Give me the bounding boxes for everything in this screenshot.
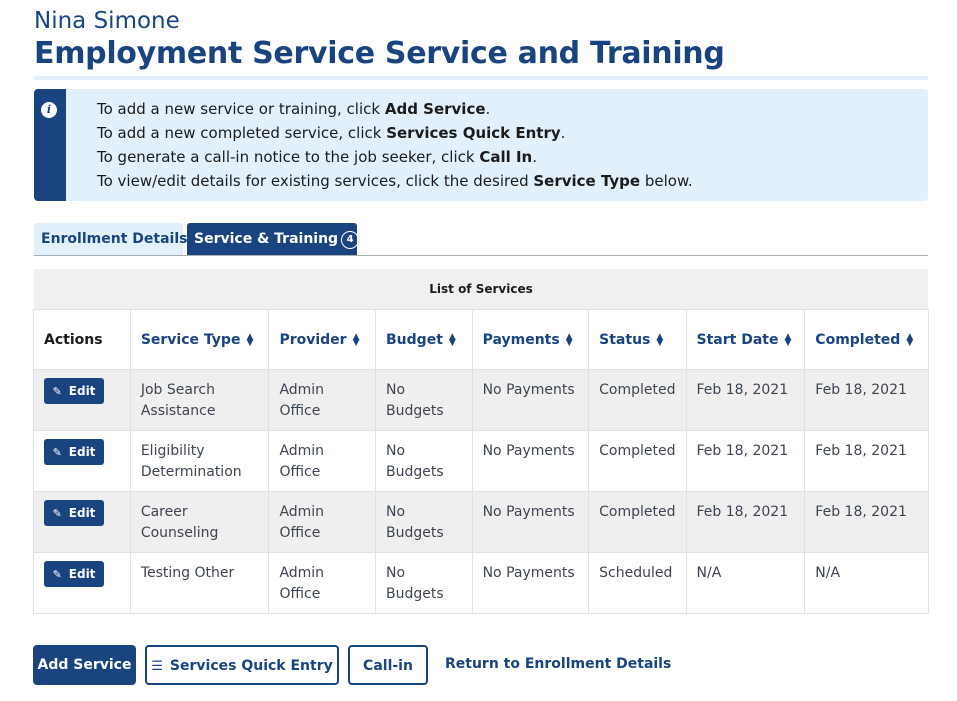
start-date-cell: Feb 18, 2021 xyxy=(685,369,806,431)
column-header-actions: Actions xyxy=(33,309,131,370)
budget-cell: No Budgets xyxy=(375,430,473,492)
sort-icon: ▲ ▼ xyxy=(246,331,254,348)
actions-cell: ✎ Edit xyxy=(33,430,131,492)
person-name: Nina Simone xyxy=(34,8,180,34)
alert-accent-bar: i xyxy=(34,89,66,201)
budget-cell: No Budgets xyxy=(375,491,473,553)
budget-cell: No Budgets xyxy=(375,552,473,614)
start-date-cell: Feb 18, 2021 xyxy=(685,491,806,553)
service-type-cell[interactable]: Career Counseling xyxy=(129,491,270,553)
table-row: ✎ Edit Job Search Assistance Admin Office… xyxy=(33,369,929,431)
payments-cell: No Payments xyxy=(471,430,590,492)
completed-cell: N/A xyxy=(804,552,929,614)
add-service-button[interactable]: Add Service xyxy=(33,645,136,685)
provider-cell: Admin Office xyxy=(268,491,377,553)
table-row: ✎ Edit Testing Other Admin Office No Budg… xyxy=(33,552,929,614)
alert-instructions: To add a new service or training, click … xyxy=(97,97,693,193)
provider-cell: Admin Office xyxy=(268,430,377,492)
service-type-cell[interactable]: Eligibility Determination xyxy=(129,430,270,492)
title-underline xyxy=(34,76,928,80)
provider-cell: Admin Office xyxy=(268,552,377,614)
info-icon: i xyxy=(41,102,57,118)
actions-cell: ✎ Edit xyxy=(33,369,131,431)
service-type-cell[interactable]: Testing Other xyxy=(129,552,270,614)
sort-icon: ▲ ▼ xyxy=(656,331,664,348)
payments-cell: No Payments xyxy=(471,491,590,553)
table-header-row: Actions Service Type ▲ ▼ Provider ▲ ▼ Budget… xyxy=(33,309,929,370)
page-title: Employment Service Service and Training xyxy=(34,36,725,71)
column-header-payments[interactable]: Payments ▲ ▼ xyxy=(471,309,590,370)
return-to-enrollment-link[interactable]: Return to Enrollment Details xyxy=(445,656,671,672)
pencil-icon: ✎ xyxy=(52,385,62,398)
sort-icon: ▲ ▼ xyxy=(906,331,914,348)
services-table: Actions Service Type ▲ ▼ Provider ▲ ▼ Budget… xyxy=(33,309,929,614)
service-count-badge: 4 xyxy=(341,231,360,249)
table-row: ✎ Edit Career Counseling Admin Office No … xyxy=(33,491,929,553)
tab-service-training[interactable]: Service & Training 4 xyxy=(187,223,360,255)
budget-cell: No Budgets xyxy=(375,369,473,431)
pencil-icon: ✎ xyxy=(52,507,62,520)
status-cell: Scheduled xyxy=(588,552,687,614)
info-alert: i To add a new service or training, clic… xyxy=(34,89,928,201)
alert-line: To add a new service or training, click … xyxy=(97,100,491,118)
completed-cell: Feb 18, 2021 xyxy=(804,491,929,553)
column-header-start-date[interactable]: Start Date ▲ ▼ xyxy=(685,309,806,370)
actions-cell: ✎ Edit xyxy=(33,552,131,614)
sort-icon: ▲ ▼ xyxy=(784,331,792,348)
column-header-service-type[interactable]: Service Type ▲ ▼ xyxy=(129,309,270,370)
column-header-status[interactable]: Status ▲ ▼ xyxy=(588,309,687,370)
tab-bar: Enrollment Details Service & Training 4 xyxy=(34,223,928,256)
status-cell: Completed xyxy=(588,491,687,553)
start-date-cell: N/A xyxy=(685,552,806,614)
payments-cell: No Payments xyxy=(471,369,590,431)
alert-line: To add a new completed service, click Se… xyxy=(97,124,566,142)
service-type-cell[interactable]: Job Search Assistance xyxy=(129,369,270,431)
alert-line: To view/edit details for existing servic… xyxy=(97,172,693,190)
column-header-provider[interactable]: Provider ▲ ▼ xyxy=(268,309,377,370)
status-cell: Completed xyxy=(588,369,687,431)
edit-button[interactable]: ✎ Edit xyxy=(44,561,104,587)
completed-cell: Feb 18, 2021 xyxy=(804,430,929,492)
alert-line: To generate a call-in notice to the job … xyxy=(97,148,538,166)
start-date-cell: Feb 18, 2021 xyxy=(685,430,806,492)
call-in-button[interactable]: Call-in xyxy=(348,645,428,685)
sort-icon: ▲ ▼ xyxy=(352,331,360,348)
tab-enrollment-details[interactable]: Enrollment Details xyxy=(34,223,187,255)
status-cell: Completed xyxy=(588,430,687,492)
edit-button[interactable]: ✎ Edit xyxy=(44,378,104,404)
list-icon: ☰ xyxy=(151,659,163,674)
table-caption: List of Services xyxy=(34,269,928,310)
services-quick-entry-button[interactable]: ☰ Services Quick Entry xyxy=(145,645,339,685)
edit-button[interactable]: ✎ Edit xyxy=(44,500,104,526)
sort-icon: ▲ ▼ xyxy=(448,331,456,348)
column-header-budget[interactable]: Budget ▲ ▼ xyxy=(375,309,473,370)
provider-cell: Admin Office xyxy=(268,369,377,431)
pencil-icon: ✎ xyxy=(52,446,62,459)
column-header-completed[interactable]: Completed ▲ ▼ xyxy=(804,309,929,370)
completed-cell: Feb 18, 2021 xyxy=(804,369,929,431)
sort-icon: ▲ ▼ xyxy=(565,331,573,348)
payments-cell: No Payments xyxy=(471,552,590,614)
pencil-icon: ✎ xyxy=(52,568,62,581)
edit-button[interactable]: ✎ Edit xyxy=(44,439,104,465)
table-row: ✎ Edit Eligibility Determination Admin Of… xyxy=(33,430,929,492)
actions-cell: ✎ Edit xyxy=(33,491,131,553)
